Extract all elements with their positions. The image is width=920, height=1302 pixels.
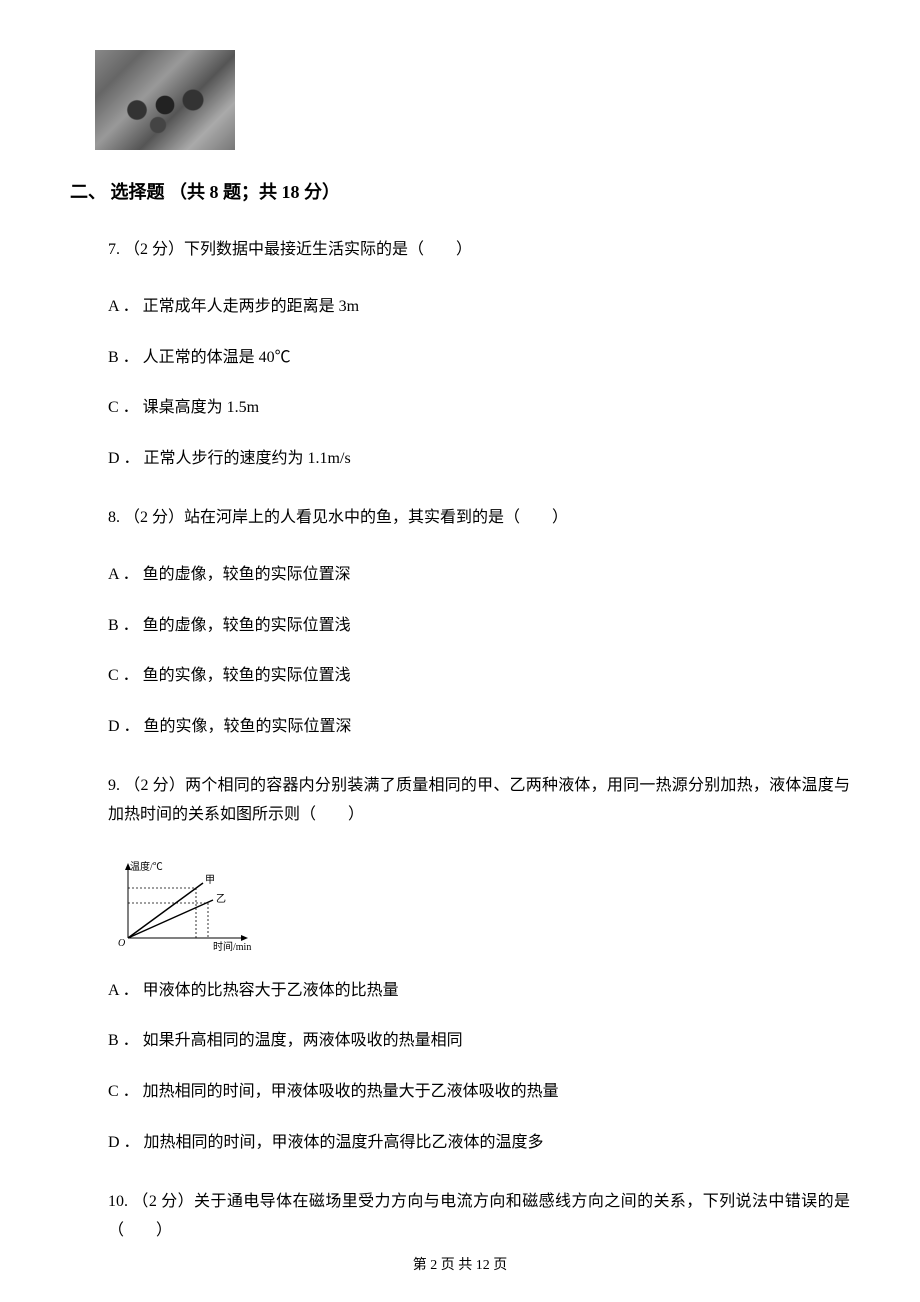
question-7-option-b: B ． 人正常的体温是 40℃ [70,344,850,373]
question-8-stem: 8. （2 分）站在河岸上的人看见水中的鱼，其实看到的是（ ） [70,504,850,533]
question-7-option-d: D ． 正常人步行的速度约为 1.1m/s [70,445,850,474]
chart-series-2: 乙 [216,893,226,905]
question-9-option-a: A ． 甲液体的比热容大于乙液体的比热量 [70,977,850,1006]
question-9-chart: 温度/℃ 时间/min 甲 乙 O [108,858,258,953]
page-footer: 第 2 页 共 12 页 [0,1254,920,1274]
question-9-option-d: D ． 加热相同的时间，甲液体的温度升高得比乙液体的温度多 [70,1129,850,1158]
question-9-stem: 9. （2 分）两个相同的容器内分别装满了质量相同的甲、乙两种液体，用同一热源分… [70,772,850,830]
question-7-option-c: C ． 课桌高度为 1.5m [70,394,850,423]
question-8-option-c: C ． 鱼的实像，较鱼的实际位置浅 [70,662,850,691]
chart-series-1: 甲 [205,875,215,886]
svg-text:O: O [118,938,125,949]
question-8-option-a: A ． 鱼的虚像，较鱼的实际位置深 [70,561,850,590]
question-image-volleyball [95,50,235,150]
question-9-option-b: B ． 如果升高相同的温度，两液体吸收的热量相同 [70,1027,850,1056]
chart-ylabel: 温度/℃ [130,860,163,873]
question-7-option-a: A ． 正常成年人走两步的距离是 3m [70,293,850,322]
question-8-option-d: D ． 鱼的实像，较鱼的实际位置深 [70,713,850,742]
question-9-option-c: C ． 加热相同的时间，甲液体吸收的热量大于乙液体吸收的热量 [70,1078,850,1107]
question-10-stem: 10. （2 分）关于通电导体在磁场里受力方向与电流方向和磁感线方向之间的关系，… [70,1188,850,1246]
question-8-option-b: B ． 鱼的虚像，较鱼的实际位置浅 [70,612,850,641]
section-header: 二、 选择题 （共 8 题；共 18 分） [70,178,850,204]
question-7-stem: 7. （2 分）下列数据中最接近生活实际的是（ ） [70,236,850,265]
chart-xlabel: 时间/min [213,940,251,953]
